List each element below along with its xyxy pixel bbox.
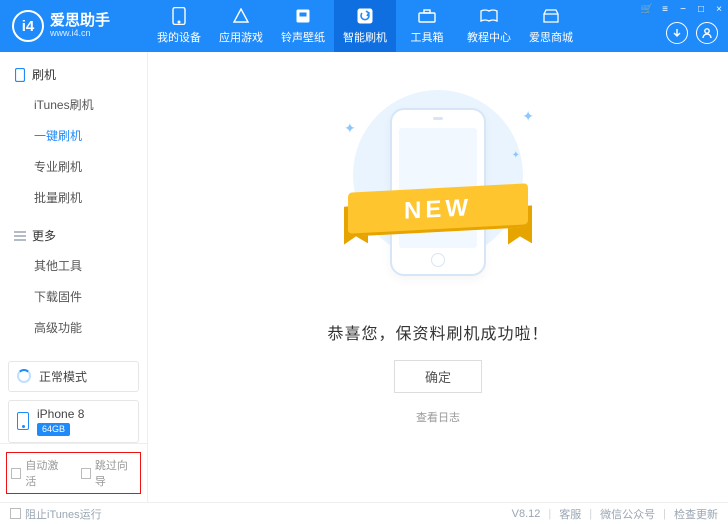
user-button[interactable] [696, 22, 718, 44]
success-message: 恭喜您，保资料刷机成功啦！ [327, 320, 548, 344]
top-tabs: 我的设备 应用游戏 铃声壁纸 智能刷机 工具箱 教程中心 爱思商城 [148, 0, 582, 52]
checkbox-block-itunes[interactable]: 阻止iTunes运行 [10, 506, 102, 522]
version-label: V8.12 [512, 508, 541, 520]
menu-icon[interactable]: ≡ [656, 0, 674, 18]
maximize-button[interactable]: □ [692, 0, 710, 18]
tab-tutorial[interactable]: 教程中心 [458, 0, 520, 52]
checkbox-icon [81, 468, 91, 479]
tab-label: 智能刷机 [343, 29, 387, 45]
sidebar-item-pro-flash[interactable]: 专业刷机 [0, 151, 147, 182]
sidebar-item-advanced[interactable]: 高级功能 [0, 312, 147, 343]
download-button[interactable] [666, 22, 688, 44]
ribbon-text: NEW [348, 183, 528, 236]
device-card[interactable]: iPhone 8 64GB [8, 400, 139, 443]
sparkle-icon: ✦ [512, 150, 520, 161]
toolbox-icon [418, 7, 436, 25]
success-illustration: ✦ ✦ ✦ NEW [338, 90, 538, 280]
view-log-link[interactable]: 查看日志 [416, 409, 460, 425]
tab-mall[interactable]: 爱思商城 [520, 0, 582, 52]
list-icon [14, 229, 26, 243]
device-name: iPhone 8 [37, 407, 84, 421]
phone-icon [17, 412, 29, 430]
checkbox-label: 阻止iTunes运行 [25, 506, 102, 522]
checkbox-icon [11, 468, 21, 479]
brand-logo-icon: i4 [12, 10, 44, 42]
main-panel: ✦ ✦ ✦ NEW 恭喜您，保资料刷机成功啦！ 确定 查看日志 [148, 52, 728, 502]
tab-label: 我的设备 [157, 29, 201, 45]
sidebar-group-more: 更多 [0, 221, 147, 250]
sidebar: 刷机 iTunes刷机 一键刷机 专业刷机 批量刷机 更多 其他工具 下载固件 … [0, 52, 148, 502]
support-link[interactable]: 客服 [559, 506, 581, 522]
flash-icon [356, 7, 374, 25]
sidebar-item-other-tools[interactable]: 其他工具 [0, 250, 147, 281]
wechat-link[interactable]: 微信公众号 [600, 506, 655, 522]
brand: i4 爱思助手 www.i4.cn [0, 10, 148, 42]
window-controls: 🛒 ≡ − □ × [638, 0, 728, 18]
new-ribbon: NEW [348, 188, 528, 232]
sparkle-icon: ✦ [522, 108, 534, 125]
statusbar: 阻止iTunes运行 V8.12 | 客服 | 微信公众号 | 检查更新 [0, 502, 728, 524]
ok-button[interactable]: 确定 [394, 360, 482, 393]
checkbox-label: 自动激活 [25, 457, 66, 489]
phone-icon [170, 7, 188, 25]
checkbox-label: 跳过向导 [95, 457, 136, 489]
brand-url: www.i4.cn [50, 29, 110, 38]
sidebar-item-itunes-flash[interactable]: iTunes刷机 [0, 89, 147, 120]
tab-label: 铃声壁纸 [281, 29, 325, 45]
book-icon [480, 7, 498, 25]
brand-name: 爱思助手 [50, 13, 110, 29]
tab-label: 爱思商城 [529, 29, 573, 45]
phone-outline-icon [14, 68, 26, 82]
tab-appgame[interactable]: 应用游戏 [210, 0, 272, 52]
close-button[interactable]: × [710, 0, 728, 18]
sync-icon [17, 369, 31, 383]
checkbox-skip-wizard[interactable]: 跳过向导 [81, 457, 137, 489]
tab-label: 工具箱 [411, 29, 444, 45]
tab-device[interactable]: 我的设备 [148, 0, 210, 52]
check-update-link[interactable]: 检查更新 [674, 506, 718, 522]
mode-indicator[interactable]: 正常模式 [8, 361, 139, 392]
sidebar-group-title: 更多 [32, 227, 56, 244]
app-icon [232, 7, 250, 25]
sparkle-icon: ✦ [344, 120, 356, 137]
ringtone-icon [294, 7, 312, 25]
cart-icon[interactable]: 🛒 [638, 0, 656, 18]
sidebar-item-batch-flash[interactable]: 批量刷机 [0, 182, 147, 213]
sidebar-item-download-firmware[interactable]: 下载固件 [0, 281, 147, 312]
highlight-box: 自动激活 跳过向导 [6, 452, 141, 494]
sidebar-bottom-options: 自动激活 跳过向导 [0, 443, 147, 502]
store-icon [542, 7, 560, 25]
tab-label: 教程中心 [467, 29, 511, 45]
titlebar: i4 爱思助手 www.i4.cn 我的设备 应用游戏 铃声壁纸 智能刷机 工具… [0, 0, 728, 52]
device-storage-badge: 64GB [37, 423, 70, 436]
tab-label: 应用游戏 [219, 29, 263, 45]
mode-label: 正常模式 [39, 368, 87, 385]
tab-flash[interactable]: 智能刷机 [334, 0, 396, 52]
sidebar-group-flash: 刷机 [0, 60, 147, 89]
checkbox-icon [10, 508, 21, 519]
sidebar-group-title: 刷机 [32, 66, 56, 83]
checkbox-auto-activate[interactable]: 自动激活 [11, 457, 67, 489]
sidebar-item-oneclick-flash[interactable]: 一键刷机 [0, 120, 147, 151]
minimize-button[interactable]: − [674, 0, 692, 18]
tab-ringwall[interactable]: 铃声壁纸 [272, 0, 334, 52]
tab-toolbox[interactable]: 工具箱 [396, 0, 458, 52]
